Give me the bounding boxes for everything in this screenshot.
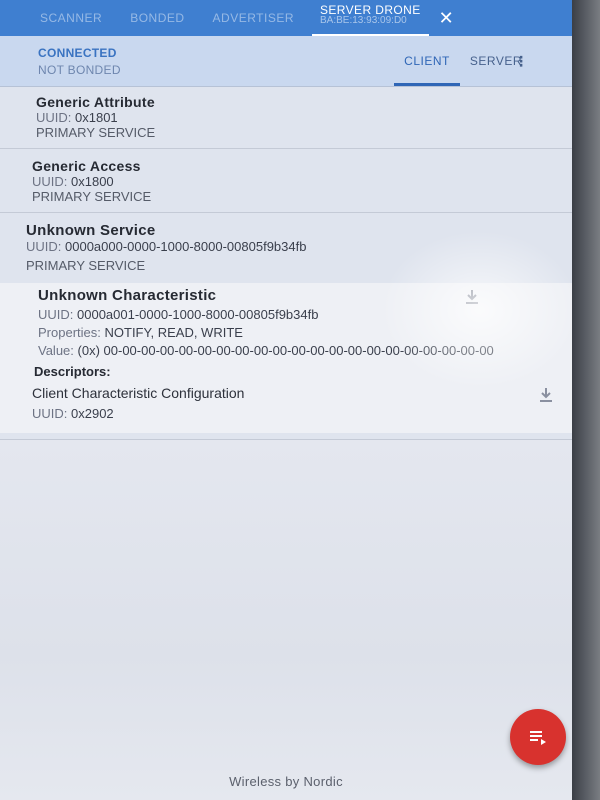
uuid-value: 0000a000-0000-1000-8000-00805f9b34fb [65, 239, 307, 254]
service-type: PRIMARY SERVICE [32, 189, 152, 204]
properties-value: NOTIFY, READ, WRITE [104, 325, 243, 340]
empty-area [0, 440, 572, 800]
log-fab-button[interactable] [510, 709, 566, 765]
service-type: PRIMARY SERVICE [36, 125, 156, 140]
bond-state: NOT BONDED [38, 63, 121, 77]
tab-scanner[interactable]: SCANNER [0, 11, 116, 25]
descriptors-label: Descriptors: [34, 364, 111, 379]
connection-status: CONNECTED NOT BONDED [38, 46, 121, 77]
descriptor-name: Client Characteristic Configuration [32, 385, 245, 401]
uuid-value: 0x2902 [71, 406, 114, 421]
service-name: Generic Access [32, 158, 141, 174]
more-vert-icon[interactable]: ⋮ [514, 54, 528, 68]
device-name: SERVER DRONE [320, 2, 421, 17]
characteristic-properties: Properties: NOTIFY, READ, WRITE [38, 325, 528, 340]
tab-advertiser[interactable]: ADVERTISER [199, 11, 308, 25]
descriptor-uuid: UUID: 0x2902 [32, 406, 572, 421]
characteristic-item[interactable]: Unknown Characteristic UUID: 0000a001-00… [0, 283, 572, 433]
close-icon[interactable]: ✕ [439, 9, 454, 27]
tab-device[interactable]: SERVER DRONE BA:BE:13:93:09:D0 [312, 0, 429, 37]
uuid-key: UUID: [32, 406, 68, 421]
service-name: Unknown Service [26, 222, 156, 239]
uuid-value: 0x1801 [75, 110, 118, 125]
value-key: Value: [38, 343, 74, 358]
uuid-value: 0x1800 [71, 174, 114, 189]
service-uuid: UUID: 0x1801 [36, 110, 572, 125]
tab-bonded[interactable]: BONDED [116, 11, 198, 25]
mode-tabs: CLIENT SERVER [394, 36, 532, 86]
device-address: BA:BE:13:93:09:D0 [320, 14, 407, 26]
service-item-unknown-service[interactable]: Unknown Service UUID: 0000a000-0000-1000… [0, 213, 572, 440]
uuid-key: UUID: [32, 174, 68, 189]
uuid-key: UUID: [36, 110, 72, 125]
service-name: Generic Attribute [36, 94, 155, 110]
characteristic-name: Unknown Characteristic [38, 287, 217, 304]
service-uuid: UUID: 0x1800 [32, 174, 572, 189]
properties-key: Properties: [38, 325, 101, 340]
top-tab-bar: SCANNER BONDED ADVERTISER SERVER DRONE B… [0, 0, 572, 37]
footer-branding: Wireless by Nordic [229, 774, 343, 789]
app-screen: SCANNER BONDED ADVERTISER SERVER DRONE B… [0, 0, 572, 800]
service-type: PRIMARY SERVICE [26, 258, 146, 273]
log-list-icon [530, 731, 546, 745]
value-hex: (0x) 00-00-00-00-00-00-00-00-00-00-00-00… [77, 343, 494, 358]
service-item-generic-attribute[interactable]: Generic Attribute UUID: 0x1801 PRIMARY S… [0, 87, 572, 149]
phone-frame: SCANNER BONDED ADVERTISER SERVER DRONE B… [0, 0, 600, 800]
connection-state: CONNECTED [38, 46, 117, 60]
download-icon[interactable] [464, 289, 480, 305]
service-list: Generic Attribute UUID: 0x1801 PRIMARY S… [0, 87, 572, 440]
service-uuid: UUID: 0000a000-0000-1000-8000-00805f9b34… [26, 239, 572, 254]
uuid-key: UUID: [38, 307, 74, 322]
characteristic-uuid: UUID: 0000a001-0000-1000-8000-00805f9b34… [38, 307, 528, 322]
uuid-key: UUID: [26, 239, 62, 254]
tab-client[interactable]: CLIENT [394, 36, 460, 86]
download-icon[interactable] [538, 387, 554, 403]
connection-status-bar: CONNECTED NOT BONDED CLIENT SERVER ⋮ [0, 36, 572, 87]
characteristic-value: Value: (0x) 00-00-00-00-00-00-00-00-00-0… [38, 343, 528, 358]
uuid-value: 0000a001-0000-1000-8000-00805f9b34fb [77, 307, 319, 322]
device-bezel [572, 0, 600, 800]
service-item-generic-access[interactable]: Generic Access UUID: 0x1800 PRIMARY SERV… [0, 149, 572, 213]
